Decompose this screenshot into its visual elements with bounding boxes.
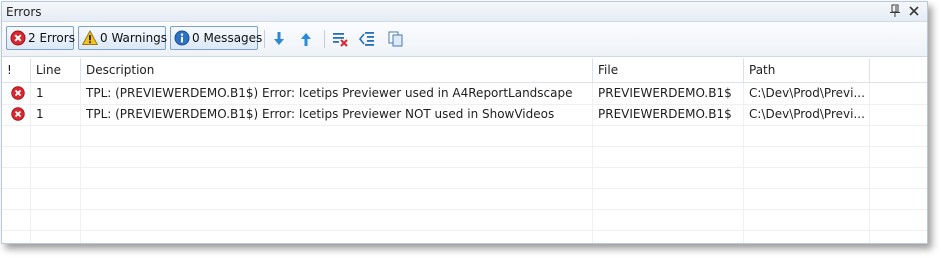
arrow-down-icon[interactable]	[270, 30, 288, 48]
info-icon	[174, 30, 190, 46]
column-header-line[interactable]: Line	[31, 58, 81, 82]
panel-title-bar: Errors	[2, 2, 927, 22]
panel-title: Errors	[6, 5, 42, 19]
warning-triangle-icon	[81, 29, 99, 46]
errors-panel: Errors 2 Errors 0 Warnings 0 Messages ! …	[1, 1, 928, 244]
messages-filter-button[interactable]: 0 Messages	[170, 26, 262, 50]
table-row[interactable]: 1 TPL: (PREVIEWERDEMO.B1$) Error: Icetip…	[2, 104, 927, 126]
empty-row	[2, 125, 927, 147]
clear-list-icon[interactable]	[331, 30, 349, 48]
column-header-path[interactable]: Path	[744, 58, 870, 82]
close-icon[interactable]	[907, 4, 921, 18]
row-description: TPL: (PREVIEWERDEMO.B1$) Error: Icetips …	[86, 107, 555, 121]
column-header-description[interactable]: Description	[81, 58, 593, 82]
row-file: PREVIEWERDEMO.B1$	[598, 107, 732, 121]
column-header-file[interactable]: File	[593, 58, 744, 82]
error-circle-x-icon	[11, 107, 25, 121]
empty-row	[2, 209, 927, 231]
row-path: C:\Dev\Prod\Previ...	[749, 107, 865, 121]
indent-list-icon[interactable]	[358, 30, 376, 48]
error-list: 1 TPL: (PREVIEWERDEMO.B1$) Error: Icetip…	[2, 83, 927, 243]
error-circle-x-icon	[10, 30, 26, 46]
empty-row	[2, 167, 927, 189]
table-row[interactable]: 1 TPL: (PREVIEWERDEMO.B1$) Error: Icetip…	[2, 83, 927, 105]
toolbar: 2 Errors 0 Warnings 0 Messages	[2, 22, 927, 57]
empty-row	[2, 188, 927, 210]
grid-header: ! Line Description File Path	[2, 58, 927, 83]
warnings-filter-button[interactable]: 0 Warnings	[78, 26, 168, 50]
toolbar-separator	[264, 30, 265, 48]
warnings-count-label: 0 Warnings	[100, 31, 168, 45]
arrow-up-icon[interactable]	[297, 30, 315, 48]
row-line: 1	[36, 86, 44, 100]
toolbar-separator	[324, 30, 325, 48]
row-path: C:\Dev\Prod\Previ...	[749, 86, 865, 100]
error-circle-x-icon	[11, 86, 25, 100]
errors-count-label: 2 Errors	[28, 31, 75, 45]
copy-icon[interactable]	[387, 30, 405, 48]
column-header-severity[interactable]: !	[2, 58, 31, 82]
pin-icon[interactable]	[889, 4, 901, 18]
messages-count-label: 0 Messages	[192, 31, 263, 45]
row-description: TPL: (PREVIEWERDEMO.B1$) Error: Icetips …	[86, 86, 573, 100]
row-file: PREVIEWERDEMO.B1$	[598, 86, 732, 100]
row-line: 1	[36, 107, 44, 121]
errors-filter-button[interactable]: 2 Errors	[6, 26, 75, 50]
empty-row	[2, 146, 927, 168]
